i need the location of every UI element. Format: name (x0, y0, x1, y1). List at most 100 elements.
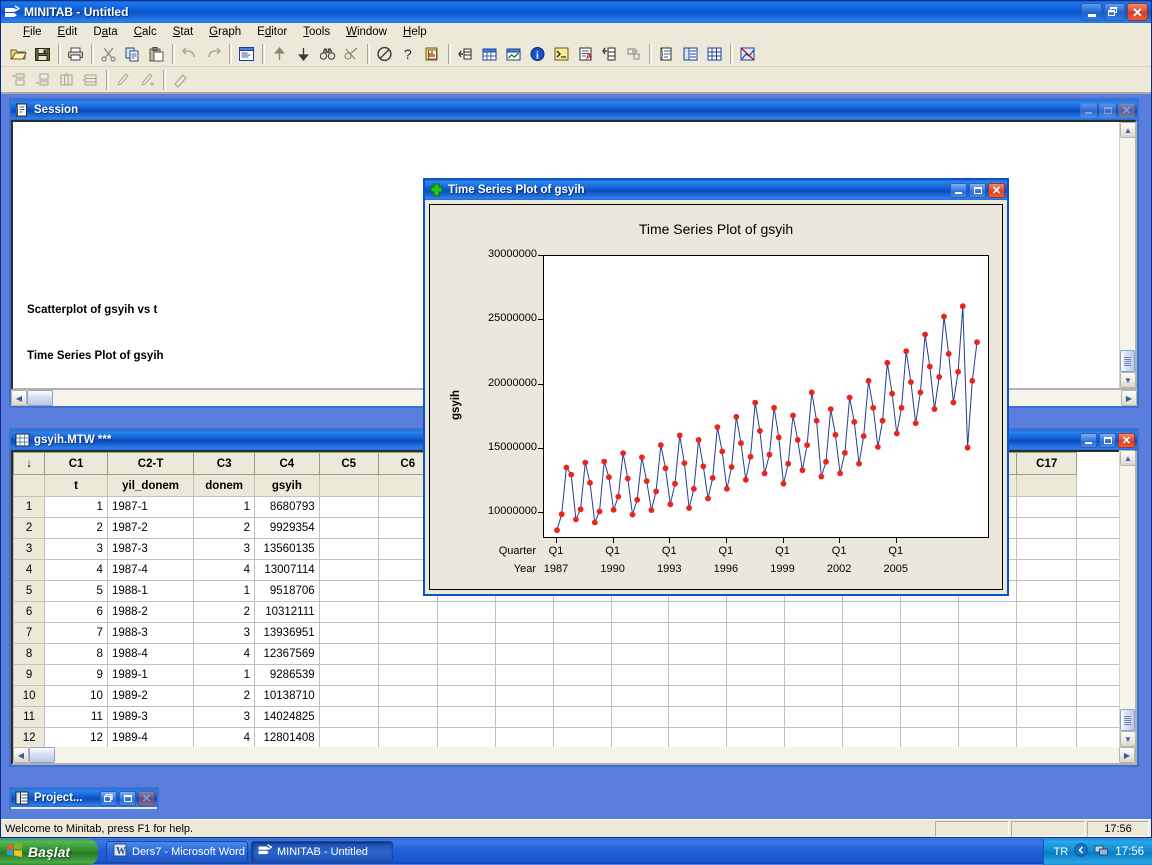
cell-empty[interactable] (900, 622, 960, 644)
data-point[interactable] (917, 389, 924, 396)
data-point[interactable] (610, 506, 617, 513)
data-point[interactable] (719, 448, 726, 455)
cell-empty[interactable] (610, 622, 670, 644)
cell-yil-donem[interactable]: 1989-1 (106, 664, 195, 686)
data-point[interactable] (738, 440, 744, 447)
cell-gsyih[interactable]: 14024825 (254, 706, 320, 728)
cell-empty[interactable] (552, 706, 612, 728)
cell-empty[interactable] (318, 496, 379, 518)
menu-file[interactable]: File (15, 25, 50, 39)
data-point[interactable] (705, 495, 711, 502)
data-point[interactable] (827, 406, 834, 412)
cell-empty[interactable] (784, 664, 844, 686)
cell-empty[interactable] (318, 706, 379, 728)
cell-empty[interactable] (552, 664, 612, 686)
cell-empty[interactable] (318, 538, 379, 560)
cell-empty[interactable] (377, 664, 438, 686)
cell-t[interactable]: 4 (44, 559, 108, 581)
cell-empty[interactable] (436, 643, 496, 665)
worksheet-minimize-button[interactable] (1080, 432, 1097, 448)
worksheet-maximize-button[interactable] (1099, 432, 1116, 448)
stat-guide-icon[interactable] (421, 43, 444, 65)
cell-donem[interactable]: 2 (193, 601, 256, 623)
cell-empty[interactable] (1016, 664, 1077, 686)
data-point[interactable] (563, 464, 570, 471)
table-row[interactable]: 6 6 1988-2 2 10312111 (13, 601, 1135, 623)
table-row[interactable]: 9 9 1989-1 1 9286539 (13, 664, 1135, 686)
data-point[interactable] (931, 406, 938, 412)
worksheet-horizontal-scrollbar[interactable]: ◀ ▶ (13, 747, 1135, 763)
column-name-donem[interactable]: donem (193, 474, 256, 497)
data-point[interactable] (648, 507, 655, 513)
move-up-icon[interactable] (268, 43, 291, 65)
project-maximize-button[interactable] (119, 790, 136, 806)
cell-gsyih[interactable]: 10312111 (254, 601, 320, 623)
cell-t[interactable]: 10 (44, 685, 108, 707)
cell-empty[interactable] (668, 622, 728, 644)
ws-vscroll-thumb[interactable] (1120, 709, 1135, 731)
find-binoculars-icon[interactable] (316, 43, 339, 65)
cell-t[interactable]: 6 (44, 601, 108, 623)
data-point[interactable] (912, 420, 919, 427)
cell-empty[interactable] (668, 685, 728, 707)
data-point[interactable] (606, 474, 612, 481)
cell-empty[interactable] (958, 685, 1018, 707)
data-point[interactable] (596, 508, 603, 515)
cell-empty[interactable] (668, 727, 728, 747)
data-point[interactable] (742, 476, 749, 483)
help-question-icon[interactable]: ? (397, 43, 420, 65)
cell-empty[interactable] (900, 601, 960, 623)
row-header[interactable]: 2 (13, 517, 46, 539)
cell-empty[interactable] (900, 664, 960, 686)
show-graphs-icon[interactable] (736, 43, 759, 65)
data-point[interactable] (700, 463, 707, 470)
cell-empty[interactable] (958, 601, 1018, 623)
cell-gsyih[interactable]: 13560135 (254, 538, 320, 560)
cell-yil-donem[interactable]: 1987-2 (106, 517, 195, 539)
cell-empty[interactable] (784, 706, 844, 728)
table-row[interactable]: 11 11 1989-3 3 14024825 (13, 706, 1135, 728)
cell-empty[interactable] (958, 643, 1018, 665)
data-point[interactable] (724, 485, 730, 492)
menu-help[interactable]: Help (395, 25, 435, 39)
row-header[interactable]: 12 (13, 727, 46, 747)
move-down-icon[interactable] (292, 43, 315, 65)
cell-donem[interactable]: 3 (193, 622, 256, 644)
column-name-c17[interactable] (1016, 474, 1077, 497)
column-name-c5[interactable] (318, 474, 379, 497)
data-point[interactable] (875, 444, 881, 450)
cell-empty[interactable] (1016, 496, 1077, 518)
minimize-button[interactable] (1081, 3, 1102, 21)
data-point[interactable] (728, 464, 735, 470)
row-header[interactable]: 8 (13, 643, 46, 665)
cell-empty[interactable] (668, 643, 728, 665)
cell-empty[interactable] (726, 643, 786, 665)
session-vertical-scrollbar[interactable]: ▲ ▼ (1119, 122, 1136, 388)
data-point[interactable] (969, 377, 976, 384)
cell-empty[interactable] (377, 706, 438, 728)
cell-empty[interactable] (494, 727, 554, 747)
cell-donem[interactable]: 4 (193, 559, 256, 581)
worksheet-vertical-scrollbar[interactable]: ▲ ▼ (1119, 450, 1136, 747)
cell-empty[interactable] (842, 727, 902, 747)
project-restore-button[interactable] (100, 790, 117, 806)
select-all-arrow-icon[interactable]: ↓ (13, 452, 46, 475)
data-point[interactable] (794, 437, 801, 443)
worksheet-grid-icon[interactable] (703, 43, 726, 65)
data-point[interactable] (856, 460, 862, 467)
cell-empty[interactable] (610, 601, 670, 623)
cell-donem[interactable]: 4 (193, 643, 256, 665)
cell-gsyih[interactable]: 13007114 (254, 559, 320, 581)
table-row[interactable]: 7 7 1988-3 3 13936951 (13, 622, 1135, 644)
cell-empty[interactable] (377, 727, 438, 747)
cell-empty[interactable] (436, 685, 496, 707)
cell-yil-donem[interactable]: 1989-2 (106, 685, 195, 707)
brush-plus-icon[interactable] (136, 69, 159, 91)
eraser-icon[interactable] (169, 69, 192, 91)
project-manager-icon[interactable] (679, 43, 702, 65)
cell-empty[interactable] (842, 622, 902, 644)
cell-empty[interactable] (494, 622, 554, 644)
data-point[interactable] (624, 475, 631, 482)
cell-empty[interactable] (318, 664, 379, 686)
data-point[interactable] (790, 412, 796, 419)
